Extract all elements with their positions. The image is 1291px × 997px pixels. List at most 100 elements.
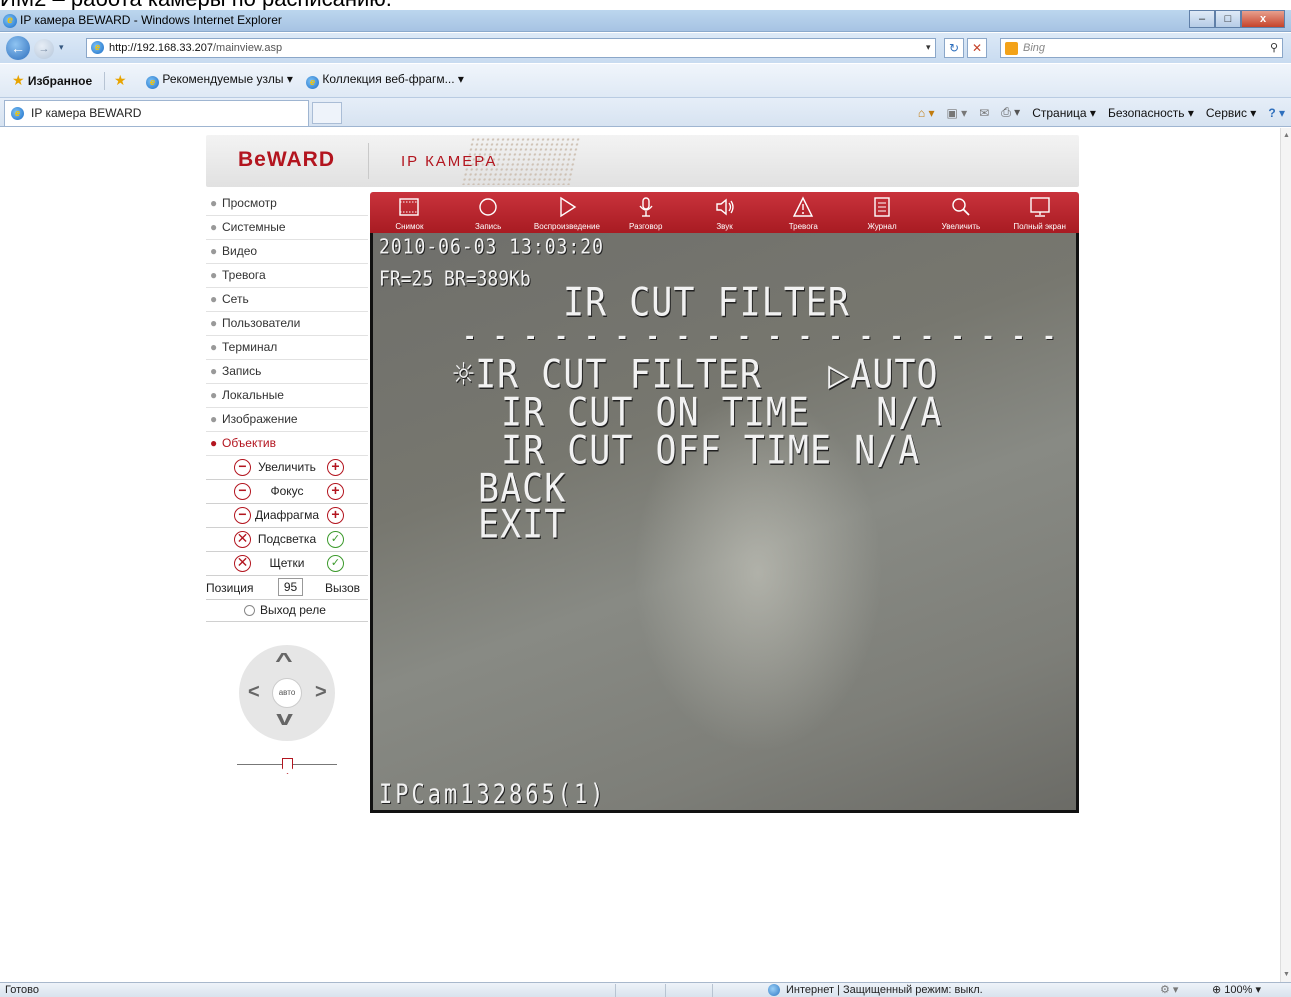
toolbar-button[interactable]: Журнал bbox=[843, 192, 922, 233]
plus-icon[interactable]: + bbox=[327, 459, 344, 476]
bullet-icon: ● bbox=[210, 436, 218, 450]
print-icon[interactable]: ⎙ ▾ bbox=[1001, 105, 1020, 120]
add-favorite-button[interactable]: ★ bbox=[114, 72, 127, 89]
toolbar-button[interactable]: Увеличить bbox=[921, 192, 1000, 233]
tab-label: IP камера BEWARD bbox=[31, 106, 142, 120]
toolbar-button-label: Разговор bbox=[629, 222, 663, 231]
sidebar-item[interactable]: ● Объектив bbox=[206, 432, 368, 456]
record-icon bbox=[476, 196, 500, 218]
favorites-button[interactable]: ★ Избранное bbox=[12, 72, 92, 89]
home-icon[interactable]: ⌂ ▾ bbox=[918, 106, 935, 120]
url-path: /mainview.asp bbox=[212, 42, 283, 54]
sidebar-item[interactable]: ● Локальные bbox=[206, 384, 368, 408]
tab-row: e IP камера BEWARD ⌂ ▾ ▣ ▾ ✉ ⎙ ▾ Страниц… bbox=[0, 98, 1291, 127]
sidebar-item[interactable]: ● Изображение bbox=[206, 408, 368, 432]
scroll-down-icon[interactable]: ▼ bbox=[1283, 971, 1290, 978]
stop-button[interactable]: ✕ bbox=[967, 38, 987, 58]
bullet-icon: ● bbox=[210, 268, 218, 282]
status-divider bbox=[665, 984, 666, 997]
osd-menu-title: IR CUT FILTER bbox=[563, 281, 850, 326]
maximize-button[interactable]: □ bbox=[1215, 10, 1241, 28]
plus-icon[interactable]: + bbox=[327, 483, 344, 500]
ptz-speed-slider[interactable] bbox=[237, 758, 337, 781]
help-icon[interactable]: ? ▾ bbox=[1268, 106, 1285, 120]
recommended-sites-link[interactable]: e Рекомендуемые узлы ▾ bbox=[146, 72, 293, 89]
sidebar-item-label: Тревога bbox=[222, 268, 266, 282]
minimize-button[interactable]: – bbox=[1189, 10, 1215, 28]
bullet-icon: ● bbox=[210, 292, 218, 306]
toolbar-button-label: Увеличить bbox=[941, 222, 981, 231]
tab-favicon-icon: e bbox=[11, 107, 24, 120]
history-dropdown-icon[interactable]: ▾ bbox=[59, 42, 64, 53]
toolbar-button[interactable]: Тревога bbox=[764, 192, 843, 233]
header-divider bbox=[368, 143, 369, 179]
sidebar-item-label: Пользователи bbox=[222, 316, 301, 330]
mail-icon[interactable]: ✉ bbox=[979, 106, 989, 120]
sidebar-item[interactable]: ● Видео bbox=[206, 240, 368, 264]
toolbar-button-label: Журнал bbox=[867, 222, 897, 231]
toolbar-button[interactable]: Полный экран bbox=[1000, 192, 1079, 233]
protected-mode-icon[interactable]: ⚙ ▾ bbox=[1160, 983, 1178, 997]
search-icon[interactable]: ⚲ bbox=[1270, 39, 1278, 57]
toolbar-button[interactable]: Разговор bbox=[606, 192, 685, 233]
search-placeholder: Bing bbox=[1023, 42, 1046, 54]
position-input[interactable]: 95 bbox=[278, 578, 303, 596]
ptz-down-icon[interactable]: v bbox=[276, 709, 293, 729]
lens-control-row: ✕ Щетки ✓ bbox=[206, 552, 368, 576]
ptz-right-icon[interactable]: > bbox=[315, 682, 327, 702]
call-preset-button[interactable]: Вызов bbox=[325, 581, 360, 595]
sidebar-item[interactable]: ● Тревога bbox=[206, 264, 368, 288]
sidebar-item[interactable]: ● Пользователи bbox=[206, 312, 368, 336]
slider-handle[interactable] bbox=[282, 758, 293, 774]
command-bar: ⌂ ▾ ▣ ▾ ✉ ⎙ ▾ Страница ▾ Безопасность ▾ … bbox=[918, 105, 1285, 120]
bing-icon bbox=[1005, 42, 1018, 55]
sidebar-item-label: Просмотр bbox=[222, 196, 277, 210]
web-slice-gallery-link[interactable]: e Коллекция веб-фрагм... ▾ bbox=[306, 72, 464, 89]
scroll-up-icon[interactable]: ▲ bbox=[1283, 132, 1290, 139]
osd-timestamp: 2010-06-03 13:03:20 bbox=[379, 235, 604, 260]
plus-icon[interactable]: + bbox=[327, 507, 344, 524]
page-menu[interactable]: Страница ▾ bbox=[1032, 106, 1096, 120]
log-icon bbox=[870, 196, 894, 218]
ptz-left-icon[interactable]: < bbox=[248, 682, 260, 702]
bullet-icon: ● bbox=[210, 244, 218, 258]
favorites-bar: ★ Избранное ★ e Рекомендуемые узлы ▾ e К… bbox=[0, 64, 1291, 98]
ptz-auto-button[interactable]: авто bbox=[272, 678, 302, 708]
microphone-icon bbox=[634, 196, 658, 218]
address-field[interactable]: e http://192.168.33.207/mainview.asp bbox=[86, 38, 936, 58]
toolbar-button-label: Тревога bbox=[788, 222, 818, 231]
play-icon bbox=[555, 196, 579, 218]
search-input[interactable]: Bing ⚲ bbox=[1000, 38, 1283, 58]
sidebar-item[interactable]: ● Системные bbox=[206, 216, 368, 240]
toolbar-button-label: Снимок bbox=[395, 222, 424, 231]
on-icon[interactable]: ✓ bbox=[327, 531, 344, 548]
forward-button[interactable]: → bbox=[34, 39, 54, 59]
ptz-up-icon[interactable]: ^ bbox=[275, 651, 293, 671]
toolbar-button[interactable]: Снимок bbox=[370, 192, 449, 233]
feeds-icon[interactable]: ▣ ▾ bbox=[946, 106, 967, 120]
sidebar-item[interactable]: ● Сеть bbox=[206, 288, 368, 312]
relay-radio[interactable] bbox=[244, 605, 255, 616]
tab-beward[interactable]: e IP камера BEWARD bbox=[4, 100, 309, 126]
document-caption: ИМ2 – работа камеры по расписанию. bbox=[0, 0, 392, 10]
toolbar-button[interactable]: Звук bbox=[685, 192, 764, 233]
refresh-button[interactable]: ↻ bbox=[944, 38, 964, 58]
close-button[interactable]: x bbox=[1241, 10, 1285, 28]
back-button[interactable]: ← bbox=[6, 36, 30, 60]
address-dropdown-icon[interactable]: ▾ bbox=[926, 42, 931, 53]
relay-output-row[interactable]: Выход реле bbox=[206, 600, 368, 622]
zoom-level[interactable]: ⊕ 100% ▾ bbox=[1212, 983, 1261, 997]
sidebar-item[interactable]: ● Терминал bbox=[206, 336, 368, 360]
sidebar-item-label: Видео bbox=[222, 244, 258, 258]
toolbar-button[interactable]: Воспроизведение bbox=[528, 192, 607, 233]
sidebar-item[interactable]: ● Просмотр bbox=[206, 192, 368, 216]
new-tab-button[interactable] bbox=[312, 102, 342, 124]
zoom-icon bbox=[949, 196, 973, 218]
toolbar-button[interactable]: Запись bbox=[449, 192, 528, 233]
safety-menu[interactable]: Безопасность ▾ bbox=[1108, 106, 1194, 120]
page-content: BeWARD IP КАМЕРА ● Просмотр ● Системные ● Вид… bbox=[0, 128, 1280, 982]
tools-menu[interactable]: Сервис ▾ bbox=[1206, 106, 1256, 120]
on-icon[interactable]: ✓ bbox=[327, 555, 344, 572]
sidebar-item[interactable]: ● Запись bbox=[206, 360, 368, 384]
vertical-scrollbar[interactable]: ▲ ▼ bbox=[1280, 128, 1291, 982]
